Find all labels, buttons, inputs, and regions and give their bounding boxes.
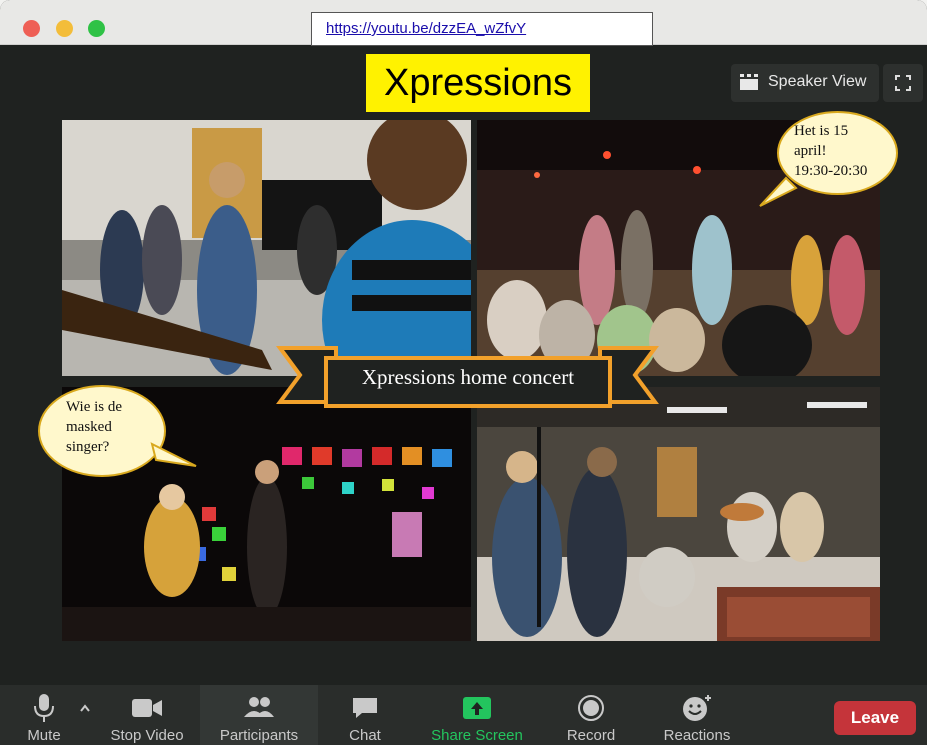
- zoom-window-button[interactable]: [88, 20, 105, 37]
- speaker-view-button[interactable]: Speaker View: [731, 64, 879, 102]
- fullscreen-icon: [895, 75, 911, 91]
- title-banner: Xpressions: [366, 54, 590, 112]
- zoom-window: https://youtu.be/dzzEA_wZfvY Xpressions …: [0, 0, 927, 745]
- meeting-toolbar: Mute Stop Video Participants Chat Share …: [0, 685, 927, 745]
- share-screen-label: Share Screen: [431, 727, 523, 744]
- minimize-window-button[interactable]: [56, 20, 73, 37]
- chat-label: Chat: [349, 727, 381, 744]
- close-window-button[interactable]: [23, 20, 40, 37]
- reactions-icon: [683, 695, 711, 721]
- reactions-label: Reactions: [663, 727, 731, 744]
- bubble-masked-line1: Wie is de: [66, 399, 123, 415]
- participants-label: Participants: [219, 727, 299, 744]
- share-screen-button[interactable]: Share Screen: [420, 685, 534, 745]
- stop-video-label: Stop Video: [110, 727, 184, 744]
- bubble-date-line1: Het is 15: [794, 123, 849, 139]
- caret-up-icon: [80, 704, 90, 712]
- speech-bubble-masked-singer: Wie is de masked singer?: [38, 385, 166, 477]
- record-button[interactable]: Record: [556, 685, 626, 745]
- bubble-date-line2: april!: [794, 143, 827, 159]
- microphone-icon: [34, 694, 54, 722]
- bubble-masked-line2: masked: [66, 419, 112, 435]
- record-label: Record: [566, 727, 616, 744]
- video-tile-acoustic[interactable]: [477, 387, 880, 641]
- bubble-masked-tail: [150, 442, 197, 467]
- leave-button[interactable]: Leave: [834, 701, 916, 735]
- grid-icon: [740, 74, 758, 90]
- participants-button[interactable]: Participants: [200, 685, 318, 745]
- chat-button[interactable]: Chat: [332, 685, 398, 745]
- speaker-view-label: Speaker View: [768, 73, 867, 90]
- video-camera-icon: [132, 699, 162, 717]
- url-box: https://youtu.be/dzzEA_wZfvY: [311, 12, 653, 46]
- participants-icon: [244, 697, 274, 717]
- record-icon: [578, 695, 604, 721]
- stop-video-button[interactable]: Stop Video: [98, 685, 196, 745]
- bubble-date-tail: [759, 176, 798, 207]
- reactions-button[interactable]: Reactions: [654, 685, 740, 745]
- bubble-masked-line3: singer?: [66, 439, 110, 455]
- fullscreen-button[interactable]: [883, 64, 923, 102]
- chat-icon: [353, 698, 377, 718]
- share-screen-icon: [463, 697, 491, 719]
- youtube-link[interactable]: https://youtu.be/dzzEA_wZfvY: [326, 20, 526, 37]
- mute-button[interactable]: Mute: [14, 685, 74, 745]
- video-tile-rehearsal[interactable]: [62, 120, 471, 376]
- concert-ribbon: Xpressions home concert: [240, 340, 695, 410]
- ribbon-text: Xpressions home concert: [361, 365, 575, 389]
- audio-options-caret[interactable]: [76, 685, 94, 745]
- mute-label: Mute: [27, 727, 61, 744]
- bubble-date-line3: 19:30-20:30: [794, 163, 868, 179]
